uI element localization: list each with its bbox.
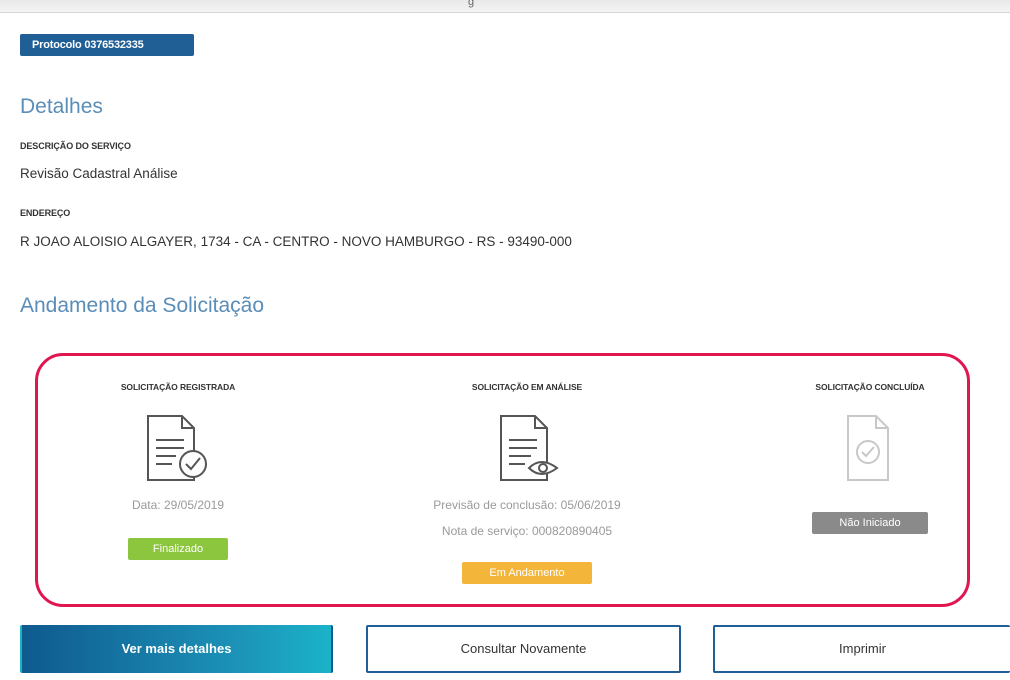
step-registered: SOLICITAÇÃO REGISTRADA Data: 29/05/2019 …: [28, 356, 328, 560]
status-badge: Em Andamento: [462, 562, 592, 584]
print-button[interactable]: Imprimir: [713, 625, 1010, 673]
progress-title: Andamento da Solicitação: [20, 294, 264, 317]
step-date: Data: 29/05/2019: [131, 498, 225, 512]
status-badge: Finalizado: [128, 538, 228, 560]
step-forecast: Previsão de conclusão: 05/06/2019: [433, 498, 621, 512]
address-value: R JOAO ALOISIO ALGAYER, 1734 - CA - CENT…: [20, 234, 572, 249]
progress-panel: SOLICITAÇÃO REGISTRADA Data: 29/05/2019 …: [35, 353, 970, 607]
details-title: Detalhes: [20, 95, 103, 118]
service-description-label: DESCRIÇÃO DO SERVIÇO: [20, 141, 131, 151]
step-analysis: SOLICITAÇÃO EM ANÁLISE Previsão de concl…: [377, 356, 677, 584]
document-check-icon: [147, 415, 207, 481]
protocol-badge: Protocolo 0376532335: [20, 34, 194, 56]
status-badge: Não Iniciado: [812, 512, 928, 534]
window-top-bar: g: [0, 0, 1010, 13]
more-details-button[interactable]: Ver mais detalhes: [20, 625, 333, 673]
document-check-faded-icon: [847, 415, 889, 481]
document-eye-icon: [500, 415, 559, 481]
window-title-fragment: g: [468, 0, 475, 8]
step-title: SOLICITAÇÃO EM ANÁLISE: [471, 382, 583, 392]
step-title: SOLICITAÇÃO REGISTRADA: [120, 382, 236, 392]
service-description-value: Revisão Cadastral Análise: [20, 166, 178, 181]
consult-again-button[interactable]: Consultar Novamente: [366, 625, 681, 673]
step-concluded: SOLICITAÇÃO CONCLUÍDA Não Iniciado: [720, 356, 1010, 534]
step-title: SOLICITAÇÃO CONCLUÍDA: [815, 382, 925, 392]
address-label: ENDEREÇO: [20, 208, 71, 218]
step-service-note: Nota de serviço: 000820890405: [441, 524, 613, 538]
